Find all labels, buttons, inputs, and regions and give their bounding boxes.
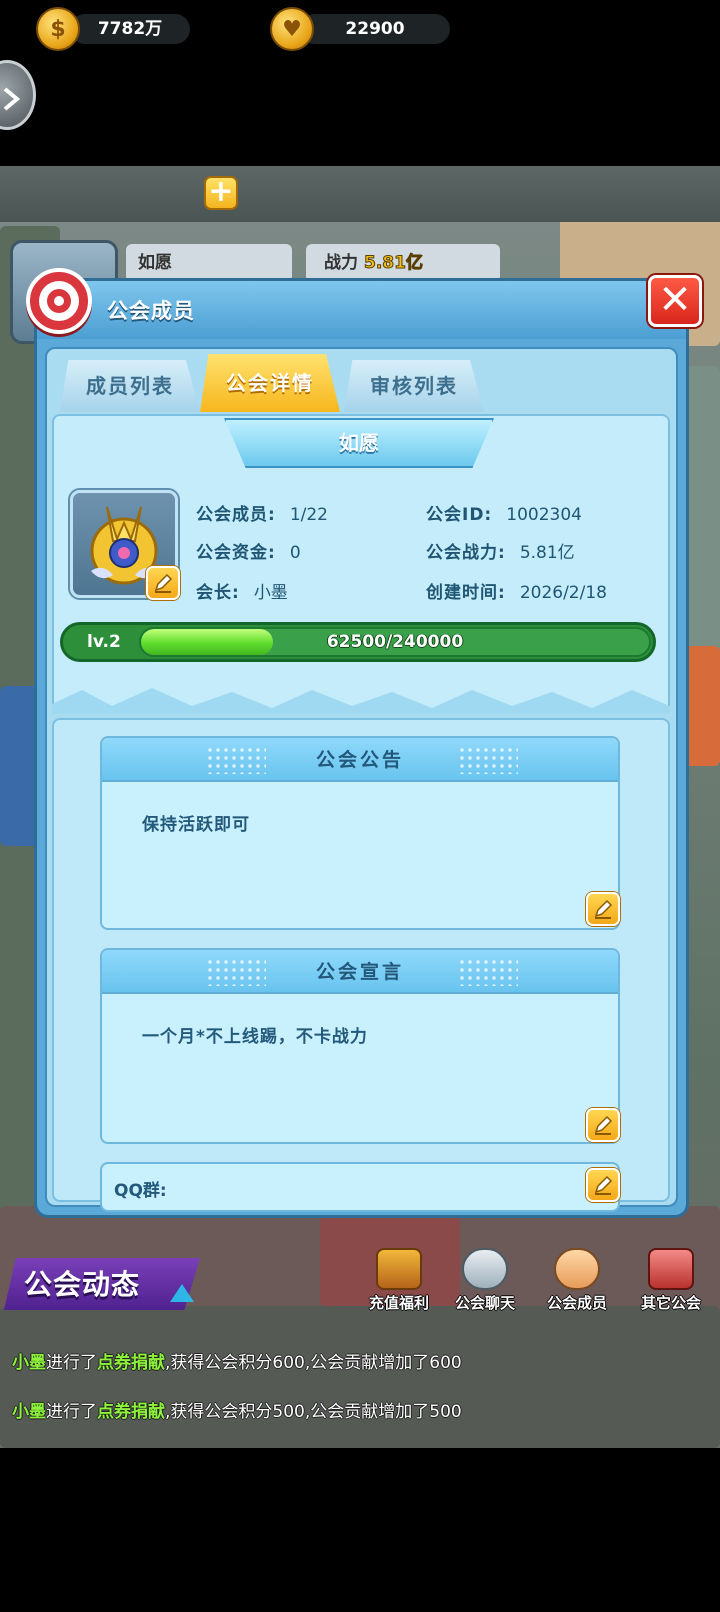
created-value: 2026/2/18 [519,583,607,603]
guild-id-value: 1002304 [506,505,582,525]
guild-members-button[interactable]: 公会成员 [534,1248,620,1318]
declaration-text: 一个月*不上线踢，不卡战力 [142,1027,368,1047]
announcement-box: 公会公告 保持活跃即可 [100,736,620,930]
target-icon [26,268,92,334]
log-player-name: 小墨 [12,1402,46,1422]
add-gold-button[interactable]: + [204,176,238,210]
funds-value: 0 [289,543,301,563]
player-power-value: 5.81亿 [364,253,424,274]
back-button[interactable] [0,60,36,130]
pencil-icon [594,1115,613,1135]
recharge-bonus-label: 充值福利 [368,1294,429,1312]
dots-decor [458,958,518,986]
guild-members-label: 公会成员 [546,1294,607,1312]
dots-decor [206,746,266,774]
dialog-titlebar: 公会成员 [37,281,686,339]
log-detail: ,获得公会积分500,公会贡献增加了500 [165,1402,462,1422]
tab-member-list[interactable]: 成员列表 [60,360,200,412]
guild-name: 如愿 [224,418,494,468]
activity-title: 公会动态 [24,1268,141,1301]
members-info: 公会成员: 1/22 [196,500,328,525]
guild-power-value: 5.81亿 [519,543,575,563]
guild-power-info: 公会战力: 5.81亿 [426,538,575,563]
log-verb: 进行了 [46,1353,97,1373]
declaration-box: 公会宣言 一个月*不上线踢，不卡战力 [100,948,620,1144]
created-info: 创建时间: 2026/2/18 [426,578,607,603]
tab-guild-details[interactable]: 公会详情 [200,354,340,412]
triangle-icon [170,1284,194,1302]
other-guilds-label: 其它公会 [640,1294,701,1312]
dots-decor [458,746,518,774]
guild-level: lv.2 [87,632,121,652]
guild-id-label: 公会ID: [426,505,493,525]
edit-qq-button[interactable] [586,1168,620,1202]
edit-declaration-button[interactable] [586,1108,620,1142]
activity-log-line: 小墨进行了点券捐献,获得公会积分500,公会贡献增加了500 [12,1397,462,1422]
log-action: 点券捐献 [97,1353,165,1373]
funds-label: 公会资金: [196,543,276,563]
qq-group-label: QQ群: [114,1181,167,1201]
recharge-bonus-button[interactable]: 充值福利 [356,1248,442,1318]
qq-group-field: QQ群: [100,1162,620,1212]
leader-info: 会长: 小墨 [196,578,288,603]
guild-id-info: 公会ID: 1002304 [426,500,582,525]
tab-review-list[interactable]: 审核列表 [344,360,484,412]
decorative-mountains [52,688,670,714]
announcement-title: 公会公告 [315,749,404,771]
coin-icon: $ [36,7,80,51]
exp-track: 62500/240000 [139,627,651,657]
dialog-title: 公会成员 [107,299,195,323]
activity-log-line: 小墨进行了点券捐献,获得公会积分600,公会贡献增加了600 [12,1348,462,1373]
guild-shop-icon [648,1248,694,1290]
pencil-icon [594,899,613,919]
announcement-header: 公会公告 [102,738,618,782]
player-power: 战力 5.81亿 [306,244,500,282]
exp-text: 62500/240000 [326,632,464,652]
medal-amount: 22900 [300,14,450,44]
player-power-label: 战力 [324,253,358,273]
funds-info: 公会资金: 0 [196,538,301,563]
guild-chat-label: 公会聊天 [454,1294,515,1312]
created-label: 创建时间: [426,583,506,603]
pencil-icon [154,573,173,593]
log-player-name: 小墨 [12,1353,46,1373]
edit-emblem-button[interactable] [146,566,180,600]
rabbit-medal-icon: ♥ [270,7,314,51]
members-icon [554,1248,600,1290]
announcement-text: 保持活跃即可 [142,815,250,835]
guild-level-bar: lv.2 62500/240000 [60,622,656,662]
player-name: 如愿 [126,244,292,282]
members-label: 公会成员: [196,505,276,525]
other-guilds-button[interactable]: 其它公会 [628,1248,714,1318]
log-detail: ,获得公会积分600,公会贡献增加了600 [165,1353,462,1373]
edit-announcement-button[interactable] [586,892,620,926]
guild-power-label: 公会战力: [426,543,506,563]
log-action: 点券捐献 [97,1402,165,1422]
treasure-chest-icon [376,1248,422,1290]
leader-value: 小墨 [253,583,288,603]
declaration-header: 公会宣言 [102,950,618,994]
log-verb: 进行了 [46,1402,97,1422]
dots-decor [206,958,266,986]
player-name-text: 如愿 [138,253,172,273]
close-button[interactable]: ✕ [648,275,702,327]
resource-bar [0,166,720,222]
chat-group-icon [462,1248,508,1290]
declaration-title: 公会宣言 [315,961,404,983]
chevron-right-icon [3,87,21,111]
members-value: 1/22 [289,505,328,525]
leader-label: 会长: [196,583,240,603]
gold-amount: 7782万 [70,14,190,44]
pencil-icon [594,1175,613,1195]
guild-chat-button[interactable]: 公会聊天 [442,1248,528,1318]
